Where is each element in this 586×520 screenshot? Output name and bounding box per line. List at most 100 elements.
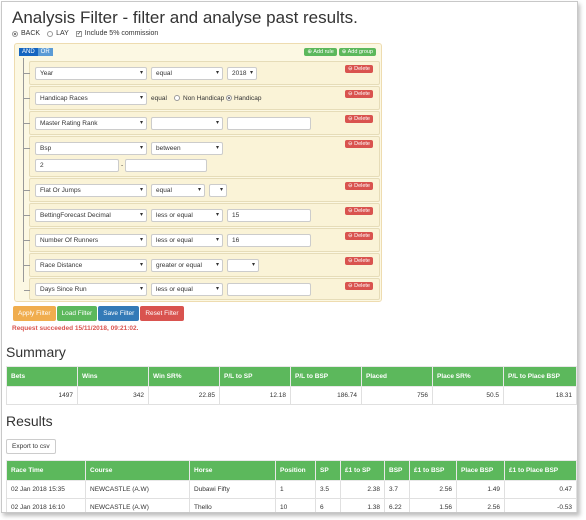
save-filter-button[interactable]: Save Filter	[98, 306, 140, 321]
lay-radio[interactable]	[47, 30, 54, 37]
rule-betting-forecast: BettingForecast Decimal less or equal 15…	[24, 203, 380, 227]
field-select[interactable]: BettingForecast Decimal	[35, 209, 147, 222]
table-cell: 10	[275, 498, 316, 512]
delete-rule-button[interactable]: ⊖ Delete	[344, 282, 373, 290]
handicap-radio[interactable]	[226, 95, 232, 101]
add-group-button[interactable]: ⊕ Add group	[338, 48, 376, 56]
column-header[interactable]: Place BSP	[456, 460, 505, 481]
commission-label: Include 5% commission	[84, 30, 159, 37]
column-header[interactable]: Course	[85, 460, 190, 481]
value-select[interactable]: 2018	[227, 67, 257, 80]
column-header: Wins	[77, 366, 149, 387]
add-rule-button[interactable]: ⊕ Add rule	[304, 48, 337, 56]
column-header[interactable]: £1 to BSP	[409, 460, 457, 481]
delete-rule-button[interactable]: ⊖ Delete	[344, 207, 373, 215]
column-header[interactable]: Position	[275, 460, 316, 481]
field-select[interactable]: Number Of Runners	[35, 234, 147, 247]
table-cell: Dubawi Fifty	[189, 480, 276, 499]
value-select[interactable]	[209, 184, 227, 197]
rule-master-rating: Master Rating Rank ⊖ Delete	[24, 111, 380, 135]
delete-rule-button[interactable]: ⊖ Delete	[344, 232, 373, 240]
operator-select[interactable]: greater or equal	[151, 259, 223, 272]
page-title: Analysis Filter - filter and analyse pas…	[12, 8, 358, 27]
column-header: P/L to BSP	[290, 366, 362, 387]
table-row: 02 Jan 2018 15:35 NEWCASTLE (A.W) Dubawi…	[6, 480, 577, 499]
table-cell: 22.85	[148, 386, 220, 405]
rule-bsp: Bsp between 2 - ⊖ Delete	[24, 136, 380, 177]
query-builder: AND OR ⊕ Add rule ⊕ Add group Year equal…	[14, 43, 382, 302]
operator-select[interactable]: equal	[151, 184, 205, 197]
operator-select[interactable]: less or equal	[151, 209, 223, 222]
table-cell: 2.38	[340, 480, 385, 499]
table-cell: 18.31	[503, 386, 577, 405]
column-header[interactable]: £1 to Place BSP	[504, 460, 577, 481]
lay-label: LAY	[56, 30, 69, 37]
field-select[interactable]: Handicap Races	[35, 92, 147, 105]
column-header: Bets	[6, 366, 78, 387]
operator-select[interactable]: equal	[151, 67, 223, 80]
handicap-label: Handicap	[234, 95, 262, 102]
range-separator: -	[121, 162, 124, 169]
value-max-input[interactable]	[125, 159, 207, 172]
field-select[interactable]: Race Distance	[35, 259, 147, 272]
column-header[interactable]: BSP	[384, 460, 410, 481]
table-cell: 02 Jan 2018 16:10	[6, 498, 86, 512]
summary-table: Bets Wins Win SR% P/L to SP P/L to BSP P…	[6, 366, 577, 405]
delete-rule-button[interactable]: ⊖ Delete	[344, 257, 373, 265]
table-cell: 2.56	[409, 480, 457, 499]
column-header: Win SR%	[148, 366, 220, 387]
operator-select[interactable]: less or equal	[151, 283, 223, 296]
table-cell: 6	[315, 498, 341, 512]
column-header[interactable]: £1 to SP	[340, 460, 385, 481]
table-cell: 756	[361, 386, 433, 405]
table-cell: Thello	[189, 498, 276, 512]
rule-days-since-run: Days Since Run less or equal ⊖ Delete	[24, 278, 380, 300]
value-input[interactable]: 16	[227, 234, 311, 247]
field-select[interactable]: Flat Or Jumps	[35, 184, 147, 197]
value-input[interactable]	[227, 283, 311, 296]
reset-filter-button[interactable]: Reset Filter	[140, 306, 184, 321]
rule-number-of-runners: Number Of Runners less or equal 16 ⊖ Del…	[24, 228, 380, 252]
column-header[interactable]: SP	[315, 460, 341, 481]
value-input[interactable]	[227, 117, 311, 130]
table-cell: 02 Jan 2018 15:35	[6, 480, 86, 499]
or-button[interactable]: OR	[37, 48, 53, 56]
summary-heading: Summary	[6, 344, 66, 360]
delete-rule-button[interactable]: ⊖ Delete	[344, 115, 373, 123]
delete-rule-button[interactable]: ⊖ Delete	[344, 90, 373, 98]
field-select[interactable]: Bsp	[35, 142, 147, 155]
back-label: BACK	[21, 30, 41, 37]
field-select[interactable]: Year	[35, 67, 147, 80]
table-cell: 1497	[6, 386, 78, 405]
delete-rule-button[interactable]: ⊖ Delete	[344, 140, 373, 148]
and-button[interactable]: AND	[19, 48, 38, 56]
and-or-toggle: AND OR	[19, 48, 53, 56]
operator-select[interactable]: less or equal	[151, 234, 223, 247]
table-cell: NEWCASTLE (A.W)	[85, 498, 190, 512]
operator-select[interactable]	[151, 117, 223, 130]
field-select[interactable]: Days Since Run	[35, 283, 147, 296]
value-min-input[interactable]: 2	[35, 159, 119, 172]
results-table: Race Time Course Horse Position SP £1 to…	[6, 460, 577, 512]
table-cell: 186.74	[290, 386, 362, 405]
column-header[interactable]: Race Time	[6, 460, 86, 481]
export-csv-button[interactable]: Export to csv	[6, 439, 56, 454]
table-cell: 2.56	[456, 498, 505, 512]
tree-line	[23, 58, 25, 282]
summary-row: 1497 342 22.85 12.18 186.74 756 50.5 18.…	[6, 386, 577, 405]
rule-year: Year equal 2018 ⊖ Delete	[24, 61, 380, 85]
field-select[interactable]: Master Rating Rank	[35, 117, 147, 130]
operator-select[interactable]: between	[151, 142, 223, 155]
delete-rule-button[interactable]: ⊖ Delete	[344, 182, 373, 190]
apply-filter-button[interactable]: Apply Filter	[13, 306, 56, 321]
back-radio[interactable]	[12, 30, 18, 37]
non-handicap-radio[interactable]	[174, 95, 180, 101]
rule-race-distance: Race Distance greater or equal ⊖ Delete	[24, 253, 380, 277]
load-filter-button[interactable]: Load Filter	[56, 306, 98, 321]
delete-rule-button[interactable]: ⊖ Delete	[344, 65, 373, 73]
value-select[interactable]	[227, 259, 259, 272]
commission-checkbox[interactable]: ✓	[75, 30, 82, 37]
value-input[interactable]: 15	[227, 209, 311, 222]
table-row: 02 Jan 2018 16:10 NEWCASTLE (A.W) Thello…	[6, 498, 577, 512]
column-header[interactable]: Horse	[189, 460, 276, 481]
